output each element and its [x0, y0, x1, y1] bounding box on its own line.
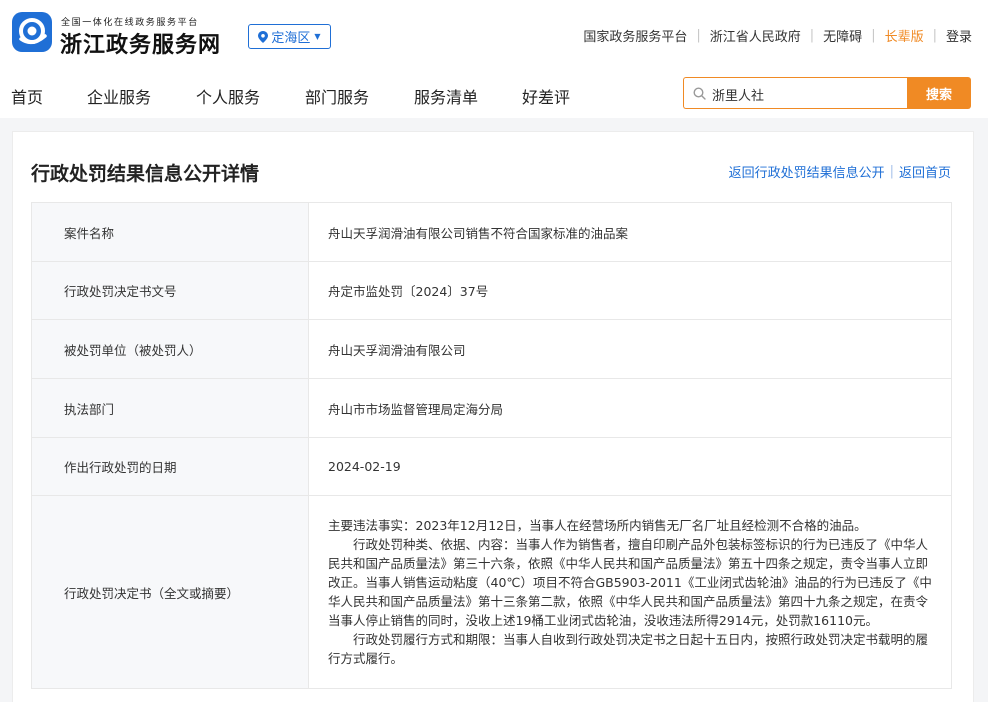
link-provincial-government[interactable]: 浙江省人民政府 [710, 26, 801, 45]
divider: | [696, 28, 701, 43]
row-label-decision-date: 作出行政处罚的日期 [31, 437, 309, 496]
divider: | [932, 28, 937, 43]
search-box [683, 77, 907, 109]
link-elder-mode[interactable]: 长辈版 [885, 26, 924, 45]
divider: | [809, 28, 815, 43]
link-national-platform[interactable]: 国家政务服务平台 [583, 26, 687, 45]
table-row: 被处罚单位（被处罚人） 舟山天孚润滑油有限公司 [31, 319, 952, 379]
row-label-enforcement-dept: 执法部门 [31, 378, 309, 438]
row-value-case-name: 舟山天孚润滑油有限公司销售不符合国家标准的油品案 [308, 202, 952, 262]
row-value-decision-document: 主要违法事实：2023年12月12日，当事人在经营场所内销售无厂名厂址且经检测不… [308, 495, 952, 689]
nav-personal-services[interactable]: 个人服务 [196, 84, 260, 108]
table-row: 行政处罚决定书文号 舟定市监处罚〔2024〕37号 [31, 261, 952, 320]
nav-service-list[interactable]: 服务清单 [414, 84, 478, 108]
detail-card: 行政处罚结果信息公开详情 返回行政处罚结果信息公开 | 返回首页 案件名称 舟山… [12, 131, 974, 702]
row-value-decision-date: 2024-02-19 [308, 437, 952, 496]
top-links: 国家政务服务平台 | 浙江省人民政府 | 无障碍 | 长辈版 | 登录 [583, 26, 972, 45]
search-button[interactable]: 搜索 [907, 77, 971, 109]
row-value-decision-number: 舟定市监处罚〔2024〕37号 [308, 261, 952, 320]
location-pin-icon [258, 30, 269, 43]
divider: | [871, 28, 876, 43]
divider: | [889, 164, 894, 179]
page-title: 行政处罚结果信息公开详情 [31, 163, 260, 185]
nav-department-services[interactable]: 部门服务 [305, 84, 369, 108]
row-label-penalized-party: 被处罚单位（被处罚人） [31, 319, 309, 379]
search-bar: 搜索 [683, 77, 971, 109]
card-links: 返回行政处罚结果信息公开 | 返回首页 [729, 162, 951, 181]
nav-business-services[interactable]: 企业服务 [87, 84, 151, 108]
row-value-enforcement-dept: 舟山市市场监督管理局定海分局 [308, 378, 952, 438]
row-value-penalized-party: 舟山天孚润滑油有限公司 [308, 319, 952, 379]
site-logo-icon[interactable] [12, 12, 52, 52]
decision-paragraph-facts: 主要违法事实：2023年12月12日，当事人在经营场所内销售无厂名厂址且经检测不… [328, 518, 867, 533]
site-header: 全国一体化在线政务服务平台 浙江政务服务网 定海区 ▼ 国家政务服务平台 | 浙… [0, 0, 988, 118]
link-login[interactable]: 登录 [946, 26, 972, 45]
detail-table: 案件名称 舟山天孚润滑油有限公司销售不符合国家标准的油品案 行政处罚决定书文号 … [31, 202, 952, 689]
back-to-home-link[interactable]: 返回首页 [899, 162, 951, 181]
caret-down-icon: ▼ [314, 32, 321, 41]
row-label-decision-number: 行政处罚决定书文号 [31, 261, 309, 320]
table-row: 执法部门 舟山市市场监督管理局定海分局 [31, 378, 952, 438]
brand-name[interactable]: 浙江政务服务网 [60, 27, 221, 59]
region-selector[interactable]: 定海区 ▼ [248, 24, 331, 49]
nav-home[interactable]: 首页 [11, 84, 43, 108]
nav-evaluation[interactable]: 好差评 [522, 84, 570, 108]
back-to-list-link[interactable]: 返回行政处罚结果信息公开 [729, 162, 885, 181]
search-icon [693, 87, 706, 100]
region-label: 定海区 [271, 31, 311, 46]
search-input[interactable] [712, 83, 902, 105]
link-accessibility[interactable]: 无障碍 [823, 26, 862, 45]
decision-paragraph-penalty: 行政处罚种类、依据、内容：当事人作为销售者，擅自印刷产品外包装标签标识的行为已违… [328, 537, 932, 628]
row-label-case-name: 案件名称 [31, 202, 309, 262]
table-row: 作出行政处罚的日期 2024-02-19 [31, 437, 952, 496]
row-label-decision-document: 行政处罚决定书（全文或摘要） [31, 495, 309, 689]
table-row: 行政处罚决定书（全文或摘要） 主要违法事实：2023年12月12日，当事人在经营… [31, 495, 952, 689]
table-row: 案件名称 舟山天孚润滑油有限公司销售不符合国家标准的油品案 [31, 202, 952, 262]
decision-paragraph-deadline: 行政处罚履行方式和期限：当事人自收到行政处罚决定书之日起十五日内，按照行政处罚决… [328, 632, 929, 666]
